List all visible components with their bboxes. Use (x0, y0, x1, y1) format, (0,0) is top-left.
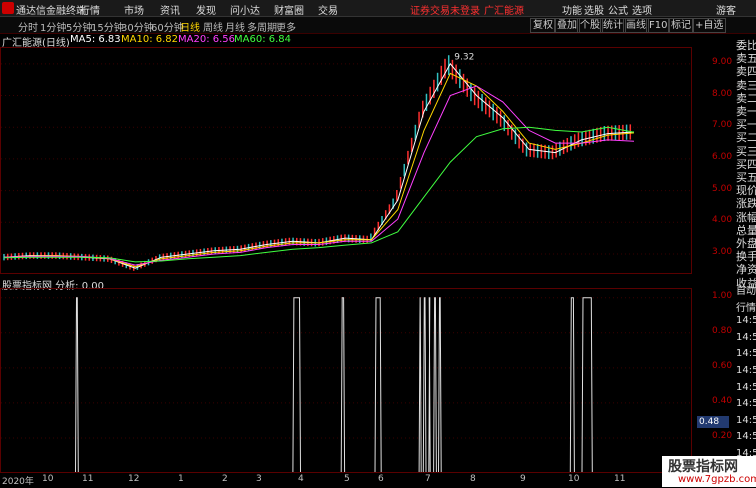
menu-xuanxiang[interactable]: 选项 (632, 2, 652, 17)
tick-time-label: 14:50 (736, 315, 756, 327)
ma20-label: MA20: 6.56 (178, 34, 236, 45)
tab-5min[interactable]: 5分钟 (66, 19, 92, 34)
date-x-tick: 6 (378, 474, 384, 484)
tab-60min[interactable]: 60分钟 (151, 19, 184, 34)
tab-15min[interactable]: 15分钟 (91, 19, 124, 34)
date-x-tick: 7 (425, 474, 431, 484)
chart-header: 广汇能源(日线) MA5: 6.83 MA10: 6.82 MA20: 6.56… (0, 34, 690, 49)
tab-more[interactable]: 更多 (276, 19, 296, 34)
series-line-ma10 (3, 72, 635, 268)
watermark-title: 股票指标网 (668, 459, 738, 475)
app-logo-icon (2, 2, 14, 14)
date-x-tick: 5 (344, 474, 350, 484)
price-chart[interactable]: 9.322.40 (1, 48, 691, 273)
date-x-tick: 10 (568, 474, 580, 484)
date-x-tick: 2020年 (2, 477, 34, 487)
f10-button[interactable]: F10 (646, 18, 671, 33)
tab-fenshi[interactable]: 分时 (18, 19, 38, 34)
price-annotation: 9.32 (454, 53, 474, 63)
price-y-tick: 4.00 (712, 215, 733, 226)
indicator-y-tick: 0.40 (712, 395, 733, 406)
series-line-ma5 (3, 62, 635, 269)
tick-time-label: 14:50 (736, 414, 756, 426)
date-x-tick: 9 (520, 474, 526, 484)
add-favorite-button[interactable]: +自选 (692, 18, 727, 33)
tab-monthly[interactable]: 月线 (225, 19, 245, 34)
date-x-tick: 3 (256, 474, 262, 484)
tick-time-label[interactable]: 行情 (736, 299, 756, 314)
ma10-label: MA10: 6.82 (121, 34, 179, 45)
menu-zixun[interactable]: 资讯 (160, 2, 180, 17)
ma60-label: MA60: 6.84 (234, 34, 292, 45)
menu-jiaoyi[interactable]: 交易 (318, 2, 338, 17)
period-toolbar: 分时 1分钟 5分钟 15分钟 30分钟 60分钟 日线 周线 月线 多周期 更… (0, 17, 756, 34)
ma5-label: MA5: 6.83 (70, 34, 121, 45)
date-x-tick: 1 (178, 474, 184, 484)
title-bar: 通达信金融终端 行情 市场 资讯 发现 问小达 财富圈 交易 证券交易未登录 广… (0, 0, 756, 17)
watermark-url: www.7gpzb.com (678, 474, 756, 485)
menu-wenxiaoda[interactable]: 问小达 (230, 2, 260, 17)
menu-hangqing[interactable]: 行情 (80, 2, 100, 17)
tab-weekly[interactable]: 周线 (203, 19, 223, 34)
app-title: 通达信金融终端 (16, 6, 86, 17)
date-x-tick: 8 (470, 474, 476, 484)
price-y-tick: 7.00 (712, 120, 733, 131)
tick-time-label: 14:50 (736, 348, 756, 360)
indicator-chart-frame[interactable] (0, 288, 692, 474)
indicator-y-tick: 1.00 (712, 290, 733, 301)
menu-faxian[interactable]: 发现 (196, 2, 216, 17)
fuquan-button[interactable]: 复权 (530, 18, 556, 33)
date-x-tick: 11 (614, 474, 626, 484)
indicator-y-tick: 0.80 (712, 325, 733, 336)
tab-1min[interactable]: 1分钟 (40, 19, 66, 34)
menu-xuangu[interactable]: 选股 (584, 2, 604, 17)
tick-time-label: 14:50 (736, 331, 756, 343)
stock-name-title: 广汇能源 (484, 6, 524, 17)
tick-time-label: 14:50 (736, 431, 756, 443)
date-x-tick: 12 (128, 474, 140, 484)
menu-gongneng[interactable]: 功能 (562, 2, 582, 17)
login-alert[interactable]: 证券交易未登录 (410, 2, 480, 17)
tab-daily[interactable]: 日线 (180, 19, 200, 34)
price-y-tick: 5.00 (712, 183, 733, 194)
date-x-tick: 4 (298, 474, 304, 484)
price-y-tick: 8.00 (712, 88, 733, 99)
menu-shichang[interactable]: 市场 (124, 2, 144, 17)
menu-caifuquan[interactable]: 财富圈 (274, 2, 304, 17)
guest-label[interactable]: 游客 (716, 2, 736, 17)
date-x-tick: 10 (42, 474, 54, 484)
price-y-tick: 3.00 (712, 246, 733, 257)
price-chart-frame[interactable]: 9.322.40 (0, 47, 692, 274)
indicator-chart[interactable] (1, 289, 691, 473)
date-x-tick: 11 (82, 474, 94, 484)
date-x-tick: 2 (222, 474, 228, 484)
tab-30min[interactable]: 30分钟 (121, 19, 154, 34)
tick-time-label: 14:50 (736, 381, 756, 393)
price-y-tick: 9.00 (712, 56, 733, 67)
tick-time-label: 14:50 (736, 365, 756, 376)
indicator-y-tick: 0.60 (712, 360, 733, 371)
price-y-tick: 6.00 (712, 151, 733, 162)
tick-time-label: 14:50 (736, 398, 756, 410)
tab-multi[interactable]: 多周期 (247, 19, 277, 34)
series-line-ma20 (3, 85, 635, 266)
indicator-y-tick: 0.20 (712, 430, 733, 441)
menu-gongshi[interactable]: 公式 (608, 2, 628, 17)
mark-button[interactable]: 标记 (668, 18, 694, 33)
series-line-indicator (1, 297, 691, 473)
tick-time-label[interactable]: 自动 (736, 282, 756, 297)
indicator-value-box: 0.48 (697, 416, 729, 428)
